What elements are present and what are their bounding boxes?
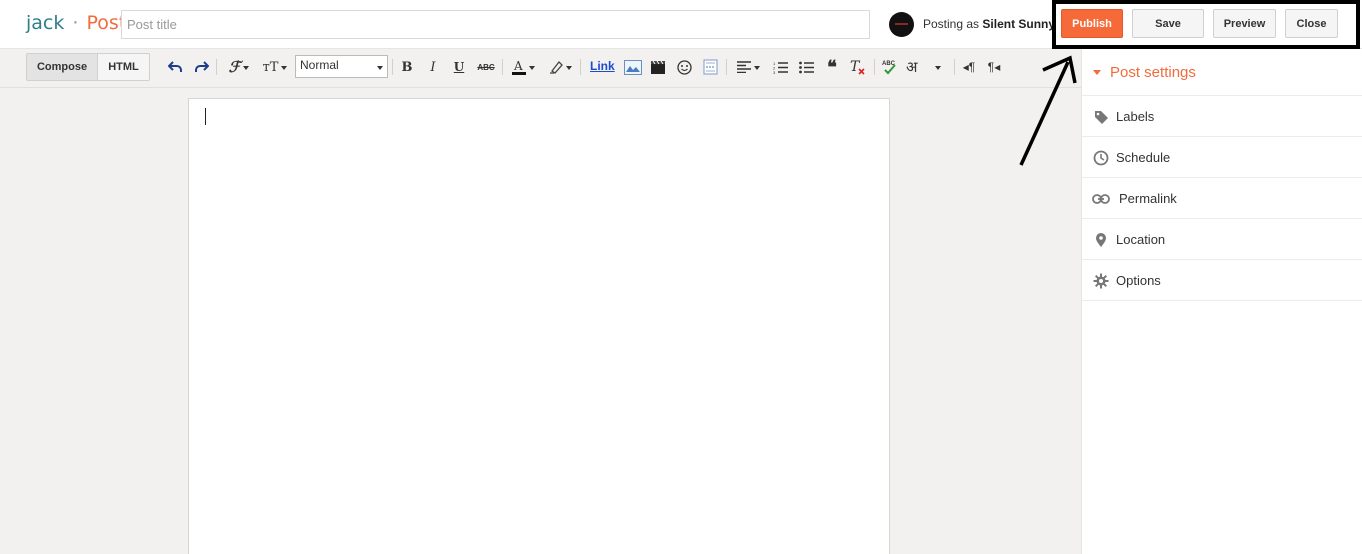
link-chain-icon	[1092, 190, 1110, 208]
map-pin-icon	[1092, 231, 1110, 249]
gear-icon	[1092, 272, 1110, 290]
image-icon[interactable]	[622, 57, 644, 77]
emoji-icon[interactable]	[674, 57, 694, 77]
rtl-icon[interactable]: ¶◂	[984, 57, 1004, 77]
toolbar-divider	[726, 59, 727, 75]
svg-text:3: 3	[773, 70, 776, 74]
sidebar-item-labels[interactable]: Labels	[1082, 96, 1362, 137]
sidebar-item-label: Options	[1116, 273, 1161, 288]
tag-icon	[1092, 108, 1110, 126]
redo-icon[interactable]	[192, 57, 210, 77]
strikethrough-icon[interactable]: ABC	[476, 57, 496, 77]
annotation-highlight-box	[1052, 0, 1360, 49]
collapse-triangle-icon	[1093, 70, 1101, 75]
numbered-list-icon[interactable]: 123	[770, 57, 790, 77]
brand: jack · Post	[26, 12, 126, 34]
toolbar-divider	[954, 59, 955, 75]
brand-separator: ·	[72, 12, 79, 34]
ltr-icon[interactable]: ◂¶	[960, 57, 978, 77]
align-icon[interactable]	[732, 57, 764, 77]
author-name: Silent Sunny	[982, 17, 1056, 31]
posting-as: Posting as Silent Sunny	[923, 17, 1055, 31]
spellcheck-icon[interactable]: ABC	[880, 57, 900, 77]
toolbar-divider	[874, 59, 875, 75]
post-title-input[interactable]	[121, 10, 870, 39]
post-settings-sidebar: Post settings Labels Schedule Permalink …	[1081, 49, 1362, 554]
html-mode-button[interactable]: HTML	[97, 53, 150, 81]
sidebar-item-label: Labels	[1116, 109, 1155, 124]
avatar	[889, 12, 914, 37]
clock-icon	[1092, 149, 1110, 167]
sidebar-item-permalink[interactable]: Permalink	[1082, 178, 1362, 219]
highlight-icon[interactable]	[546, 57, 574, 77]
editor-toolbar: Compose HTML ℱ ᴛT Normal B I U ABC A Lin…	[0, 49, 1081, 88]
chevron-down-icon	[377, 66, 383, 70]
sidebar-item-label: Location	[1116, 232, 1166, 247]
annotation-arrow-icon	[1019, 55, 1077, 166]
svg-text:A: A	[513, 59, 523, 73]
bullet-list-icon[interactable]	[796, 57, 816, 77]
format-select[interactable]: Normal	[295, 55, 388, 78]
text-color-icon[interactable]: A	[508, 57, 538, 77]
blog-name[interactable]: jack	[26, 12, 64, 34]
post-settings-header[interactable]: Post settings	[1082, 49, 1362, 96]
format-select-value: Normal	[300, 58, 339, 72]
post-body-editor[interactable]	[188, 98, 890, 554]
font-family-icon[interactable]: ℱ	[224, 57, 254, 77]
sidebar-item-options[interactable]: Options	[1082, 260, 1362, 301]
toolbar-divider	[392, 59, 393, 75]
link-button[interactable]: Link	[590, 59, 615, 73]
video-icon[interactable]	[648, 57, 668, 77]
sidebar-item-label: Permalink	[1119, 191, 1177, 206]
post-settings-title: Post settings	[1110, 64, 1196, 81]
font-size-icon[interactable]: ᴛT	[260, 57, 290, 77]
italic-icon[interactable]: I	[424, 57, 442, 77]
undo-icon[interactable]	[166, 57, 184, 77]
bold-icon[interactable]: B	[398, 57, 416, 77]
clear-formatting-icon[interactable]: T	[848, 57, 868, 77]
toolbar-divider	[502, 59, 503, 75]
toolbar-divider	[216, 59, 217, 75]
sidebar-item-location[interactable]: Location	[1082, 219, 1362, 260]
quote-icon[interactable]: ❝	[822, 57, 842, 78]
sidebar-item-label: Schedule	[1116, 150, 1171, 165]
sidebar-item-schedule[interactable]: Schedule	[1082, 137, 1362, 178]
text-cursor	[205, 108, 206, 125]
compose-mode-button[interactable]: Compose	[26, 53, 98, 81]
underline-icon[interactable]: U	[450, 57, 468, 77]
posting-as-prefix: Posting as	[923, 17, 980, 31]
transliterate-icon[interactable]: अ	[906, 57, 946, 77]
jump-break-icon[interactable]	[700, 57, 720, 77]
toolbar-divider	[580, 59, 581, 75]
